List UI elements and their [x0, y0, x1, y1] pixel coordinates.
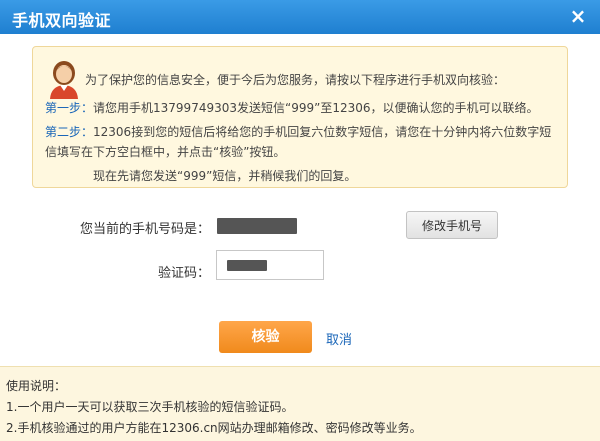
notice-intro: 为了保护您的信息安全，便于今后为您服务，请按以下程序进行手机双向核验： — [85, 73, 506, 87]
verification-dialog: 手机双向验证 × 为了保护您的信息安全，便于今后为您服务，请按以下程序进行手机双… — [0, 0, 600, 441]
usage-item-1: 1.一个用户一天可以获取三次手机核验的短信验证码。 — [6, 400, 294, 414]
verify-button[interactable]: 核验 — [219, 321, 312, 353]
usage-item-2: 2.手机核验通过的用户方能在12306.cn网站办理邮箱修改、密码修改等业务。 — [6, 421, 422, 435]
verification-code-input[interactable] — [216, 250, 324, 280]
notice-step-3: 现在先请您发送“999”短信，并稍候我们的回复。 — [93, 169, 357, 183]
change-phone-button[interactable]: 修改手机号 — [406, 211, 498, 239]
cancel-link[interactable]: 取消 — [326, 329, 352, 348]
notice-step-2-cont: 信填写在下方空白框中，并点击“核验”按钮。 — [45, 145, 286, 159]
phone-number-redacted — [217, 218, 297, 234]
dialog-titlebar: 手机双向验证 × — [0, 0, 600, 34]
step-2-text-line1: 12306接到您的短信后将给您的手机回复六位数字短信，请您在十分钟内将六位数字短 — [93, 125, 552, 139]
usage-notes: 使用说明： 1.一个用户一天可以获取三次手机核验的短信验证码。 2.手机核验通过… — [0, 366, 600, 441]
code-value-redacted — [227, 260, 267, 271]
instructions-box: 为了保护您的信息安全，便于今后为您服务，请按以下程序进行手机双向核验： 第一步：… — [32, 46, 568, 188]
step-1-label: 第一步： — [45, 101, 94, 115]
user-avatar-icon — [50, 61, 78, 99]
dialog-title: 手机双向验证 — [12, 11, 112, 30]
notice-step-1: 第一步：请您用手机13799749303发送短信“999”至12306，以便确认… — [45, 99, 539, 116]
code-label: 验证码： — [157, 266, 210, 281]
step-2-label: 第二步： — [45, 125, 94, 139]
close-icon[interactable]: × — [568, 6, 588, 26]
step-1-text: 请您用手机13799749303发送短信“999”至12306，以便确认您的手机… — [93, 101, 539, 115]
usage-title: 使用说明： — [6, 379, 67, 393]
notice-step-2: 第二步：12306接到您的短信后将给您的手机回复六位数字短信，请您在十分钟内将六… — [45, 123, 551, 140]
phone-label: 您当前的手机号码是： — [79, 222, 210, 237]
